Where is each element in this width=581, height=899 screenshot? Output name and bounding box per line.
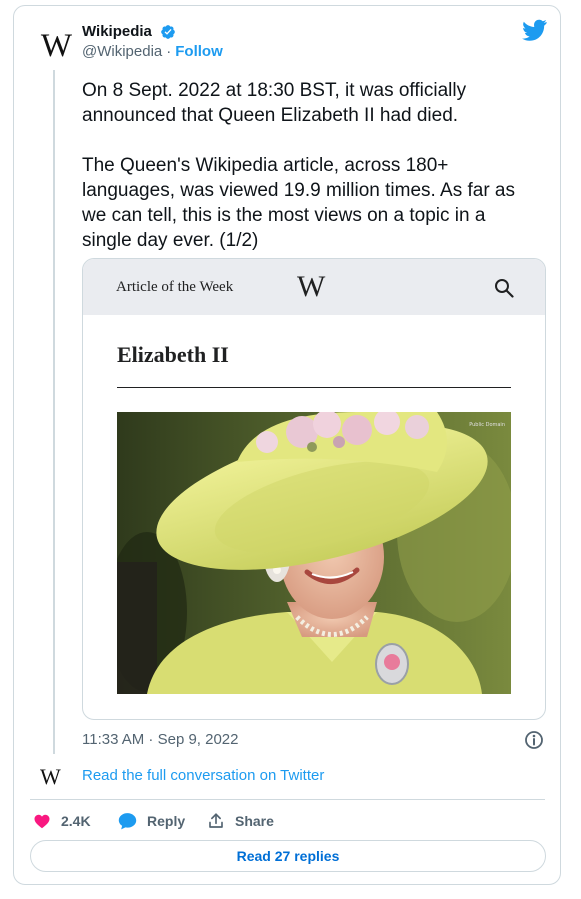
like-count: 2.4K bbox=[61, 813, 91, 829]
reply-button[interactable]: Reply bbox=[118, 809, 185, 833]
media-header: Article of the Week W bbox=[83, 259, 545, 315]
share-button[interactable]: Share bbox=[207, 809, 274, 833]
wikipedia-small-logo: W bbox=[40, 764, 61, 789]
thread-line bbox=[53, 70, 55, 754]
separator: · bbox=[166, 43, 172, 60]
reply-label: Reply bbox=[147, 813, 186, 829]
tweet-paragraph: On 8 Sept. 2022 at 18:30 BST, it was off… bbox=[82, 80, 467, 126]
article-of-the-week-label: Article of the Week bbox=[116, 279, 234, 295]
queen-photo: Public Domain bbox=[117, 412, 511, 694]
verified-badge-icon bbox=[161, 25, 175, 39]
handle[interactable]: @Wikipedia bbox=[82, 43, 162, 60]
wikipedia-logo: W bbox=[297, 270, 325, 303]
divider bbox=[30, 799, 545, 800]
heart-icon bbox=[34, 814, 50, 829]
like-button[interactable]: 2.4K bbox=[33, 809, 91, 833]
tweet-paragraph: The Queen's Wikipedia article, across 18… bbox=[82, 155, 515, 251]
handle-row: @Wikipedia · Follow bbox=[82, 43, 223, 60]
search-icon bbox=[495, 279, 514, 298]
info-icon[interactable] bbox=[524, 730, 544, 750]
reply-bubble-icon bbox=[118, 813, 137, 830]
photo-credit: Public Domain bbox=[469, 422, 505, 428]
tweet-text: On 8 Sept. 2022 at 18:30 BST, it was off… bbox=[82, 78, 532, 278]
timestamp[interactable]: 11:33 AM · Sep 9, 2022 bbox=[82, 731, 239, 748]
read-replies-button[interactable]: Read 27 replies bbox=[30, 840, 546, 872]
twitter-bird-icon[interactable] bbox=[522, 19, 547, 41]
article-title: Elizabeth II bbox=[117, 342, 229, 367]
avatar[interactable]: W bbox=[36, 27, 74, 65]
share-icon bbox=[209, 813, 223, 828]
title-divider bbox=[117, 387, 511, 388]
media-card[interactable]: Article of the Week W Elizabeth II Publi… bbox=[82, 258, 546, 720]
read-conversation-link[interactable]: Read the full conversation on Twitter bbox=[82, 767, 324, 784]
display-name[interactable]: Wikipedia bbox=[82, 23, 152, 40]
follow-button[interactable]: Follow bbox=[175, 43, 223, 60]
share-label: Share bbox=[235, 813, 274, 829]
